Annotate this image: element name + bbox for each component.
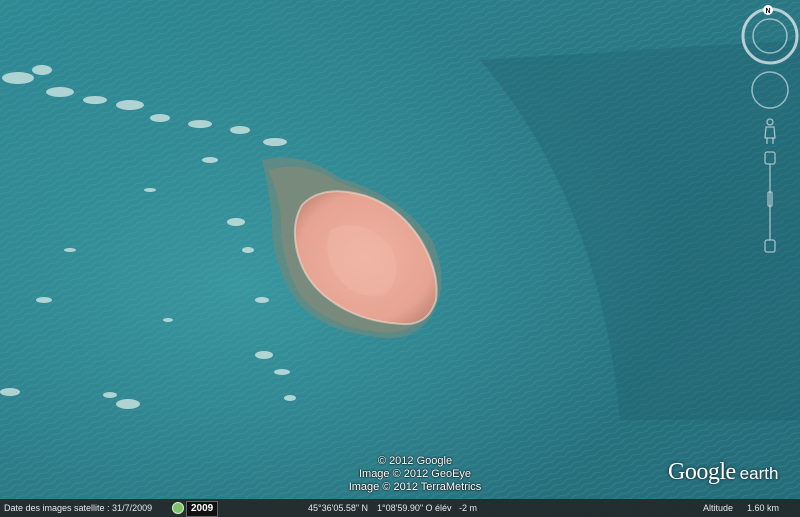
longitude-readout: 1°08'59.90" O — [377, 503, 433, 513]
logo-earth-text: earth — [739, 464, 779, 483]
historical-imagery-icon[interactable] — [172, 502, 184, 514]
satellite-imagery — [0, 0, 800, 517]
credit-line: © 2012 Google — [377, 455, 453, 467]
look-joystick-icon[interactable] — [751, 71, 789, 109]
logo-google-text: Google — [668, 459, 736, 485]
north-label: N — [765, 8, 770, 15]
google-earth-logo: Google earth — [668, 459, 778, 486]
historical-year-badge[interactable]: 2009 — [186, 501, 219, 517]
satellite-map-view[interactable] — [0, 0, 800, 517]
credit-line: Image © 2012 GeoEye — [358, 468, 472, 480]
status-bar: Date des images satellite : 31/7/2009 20… — [0, 499, 800, 517]
elevation-readout: élév -2 m — [435, 503, 478, 513]
imagery-date: Date des images satellite : 31/7/2009 — [4, 503, 153, 513]
street-view-pegman-icon[interactable] — [764, 118, 776, 144]
latitude-readout: 45°36'05.58" N — [308, 503, 369, 513]
altitude-label: Altitude — [703, 503, 734, 513]
zoom-slider-icon[interactable] — [764, 151, 776, 253]
navigation-controls: N — [738, 4, 800, 264]
credit-line: Image © 2012 TerraMetrics — [348, 481, 482, 493]
imagery-credits: © 2012 Google Image © 2012 GeoEye Image … — [320, 455, 510, 494]
altitude-value: 1.60 km — [747, 503, 780, 513]
